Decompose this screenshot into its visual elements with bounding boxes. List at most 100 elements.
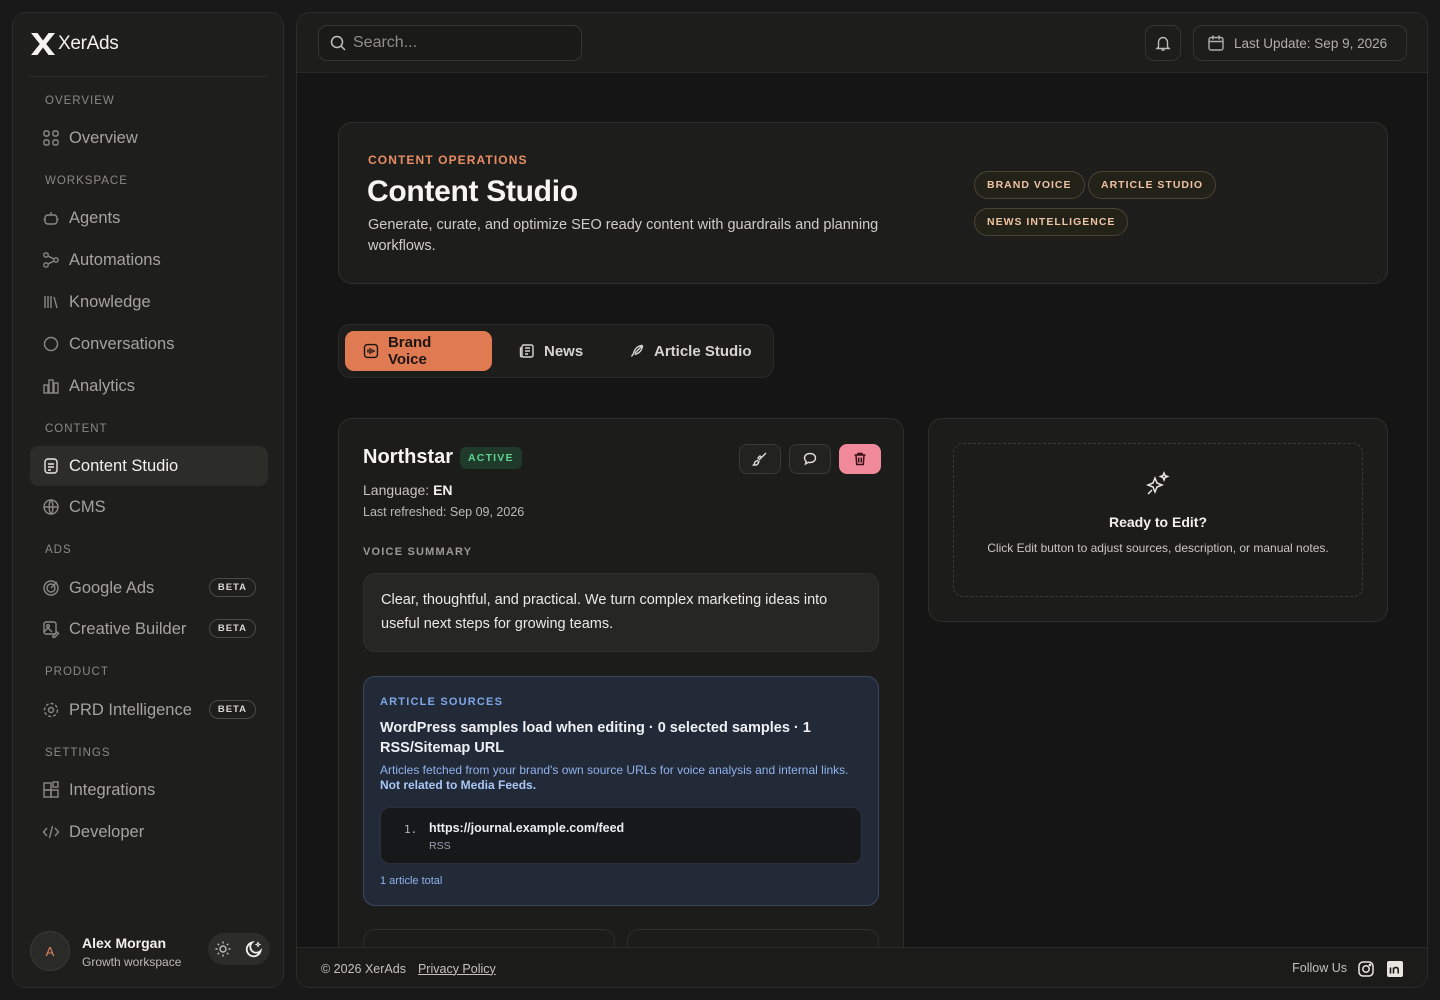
sidebar: XerAds OVERVIEW Overview WORKSPACE Agent… xyxy=(12,12,284,988)
user-profile[interactable]: A Alex Morgan Growth workspace xyxy=(30,931,270,973)
sidebar-item-label: Automations xyxy=(69,250,161,269)
message-icon xyxy=(803,452,817,466)
sidebar-item-label: Content Studio xyxy=(69,456,179,475)
trash-icon xyxy=(854,452,866,466)
linkedin-icon[interactable] xyxy=(1386,960,1404,978)
sidebar-item-label: Google Ads xyxy=(69,578,155,597)
section-label-overview: OVERVIEW xyxy=(45,95,115,107)
sidebar-item-google-ads[interactable]: Google Ads BETA xyxy=(30,568,268,608)
tab-brand-voice[interactable]: Brand Voice xyxy=(345,331,492,371)
last-update-text: Last Update: Sep 9, 2026 xyxy=(1234,35,1388,51)
voice-icon xyxy=(363,343,379,359)
tab-label: Article Studio xyxy=(654,342,752,360)
newspaper-icon xyxy=(519,344,534,358)
user-name: Alex Morgan xyxy=(82,935,167,951)
sidebar-item-creative-builder[interactable]: Creative Builder BETA xyxy=(30,609,268,649)
beta-badge: BETA xyxy=(208,578,256,597)
code-icon xyxy=(42,825,60,839)
sidebar-item-analytics[interactable]: Analytics xyxy=(30,366,268,406)
tab-article-studio[interactable]: Article Studio xyxy=(611,331,770,371)
article-sources-label: ARTICLE SOURCES xyxy=(380,696,504,708)
sidebar-item-prd-intelligence[interactable]: PRD Intelligence BETA xyxy=(30,690,268,730)
article-sources-title: WordPress samples load when editing · 0 … xyxy=(380,720,811,756)
source-url[interactable]: https://journal.example.com/feed xyxy=(429,821,624,835)
hero-description: Generate, curate, and optimize SEO ready… xyxy=(368,217,879,254)
main-panel: Last Update: Sep 9, 2026 CONTENT OPERATI… xyxy=(296,12,1428,988)
ready-to-edit-card: Ready to Edit? Click Edit button to adju… xyxy=(928,418,1388,622)
language-value: EN xyxy=(433,482,453,498)
voice-name: Northstar xyxy=(363,446,454,468)
tag-news-intelligence: NEWS INTELLIGENCE xyxy=(974,208,1129,236)
article-total: 1 article total xyxy=(380,875,443,887)
user-workspace: Growth workspace xyxy=(82,955,182,969)
sidebar-item-agents[interactable]: Agents xyxy=(30,198,268,238)
source-index: 1. xyxy=(404,823,418,836)
sun-icon[interactable] xyxy=(214,940,232,958)
chat-icon xyxy=(43,336,59,352)
sidebar-item-label: CMS xyxy=(69,497,106,516)
instagram-icon[interactable] xyxy=(1357,960,1375,978)
notifications-button[interactable] xyxy=(1145,25,1181,61)
brand-name: XerAds xyxy=(58,33,119,54)
language-label: Language: xyxy=(363,482,430,498)
beta-badge: BETA xyxy=(208,700,256,719)
sidebar-item-cms[interactable]: CMS xyxy=(30,487,268,527)
blocks-icon xyxy=(43,781,59,798)
sidebar-item-label: Knowledge xyxy=(69,292,151,311)
hero-card: CONTENT OPERATIONS Content Studio Genera… xyxy=(338,122,1388,284)
section-label-workspace: WORKSPACE xyxy=(45,175,128,187)
tag-brand-voice: BRAND VOICE xyxy=(974,171,1085,199)
globe-icon xyxy=(43,499,59,515)
sources-description-text: Articles fetched from your brand's own s… xyxy=(380,763,849,777)
moon-icon[interactable] xyxy=(244,939,264,959)
sidebar-item-automations[interactable]: Automations xyxy=(30,240,268,280)
edit-button[interactable] xyxy=(739,444,781,474)
follow-us-label: Follow Us xyxy=(1292,961,1347,975)
privacy-policy-link[interactable]: Privacy Policy xyxy=(418,962,496,976)
page-title: Content Studio xyxy=(367,175,578,208)
sidebar-item-content-studio[interactable]: Content Studio xyxy=(30,446,268,486)
sidebar-item-label: Developer xyxy=(69,822,145,841)
search-box[interactable] xyxy=(318,25,582,61)
tab-news[interactable]: News xyxy=(501,331,601,371)
avatar: A xyxy=(30,931,70,971)
sparkles-icon xyxy=(1145,470,1170,495)
sidebar-item-label: Integrations xyxy=(69,780,156,799)
theme-toggle[interactable] xyxy=(208,933,270,965)
sidebar-item-developer[interactable]: Developer xyxy=(30,812,268,852)
delete-button[interactable] xyxy=(839,444,881,474)
library-icon xyxy=(44,296,58,309)
calendar-icon xyxy=(1208,35,1224,51)
last-update-button[interactable]: Last Update: Sep 9, 2026 xyxy=(1193,25,1407,61)
bell-icon xyxy=(1155,36,1171,51)
voice-summary-label: VOICE SUMMARY xyxy=(363,546,473,558)
copyright: © 2026 XerAds xyxy=(321,961,406,976)
sidebar-item-knowledge[interactable]: Knowledge xyxy=(30,282,268,322)
brand-logo[interactable]: XerAds xyxy=(30,32,119,56)
chart-icon xyxy=(43,379,59,394)
sidebar-item-label: Agents xyxy=(69,208,121,227)
sidebar-item-label: Analytics xyxy=(69,376,136,395)
sidebar-item-label: Creative Builder xyxy=(69,619,187,638)
grid-icon xyxy=(43,130,59,146)
article-sources-panel: ARTICLE SOURCES WordPress samples load w… xyxy=(363,676,879,906)
brand-voice-card: Northstar ACTIVE Language: EN Last refre… xyxy=(338,418,904,987)
sidebar-item-integrations[interactable]: Integrations xyxy=(30,770,268,810)
comment-button[interactable] xyxy=(789,444,831,474)
tag-article-studio: ARTICLE STUDIO xyxy=(1088,171,1217,199)
footer: © 2026 XerAds Privacy Policy Follow Us xyxy=(297,947,1427,987)
tab-label: Brand Voice xyxy=(387,334,432,368)
section-label-settings: SETTINGS xyxy=(45,747,111,759)
workflow-icon xyxy=(43,252,59,268)
list-item[interactable]: 1. https://journal.example.com/feed RSS xyxy=(380,807,862,864)
sidebar-item-overview[interactable]: Overview xyxy=(30,118,268,158)
search-input[interactable] xyxy=(353,34,563,52)
last-refreshed: Last refreshed: Sep 09, 2026 xyxy=(363,505,525,519)
article-sources-description: Articles fetched from your brand's own s… xyxy=(380,763,860,793)
sidebar-item-conversations[interactable]: Conversations xyxy=(30,324,268,364)
voice-summary: Clear, thoughtful, and practical. We tur… xyxy=(363,573,879,652)
target-icon xyxy=(43,580,59,596)
source-type: RSS xyxy=(429,840,451,852)
xerads-logo-icon xyxy=(31,33,55,55)
section-label-product: PRODUCT xyxy=(45,666,109,678)
